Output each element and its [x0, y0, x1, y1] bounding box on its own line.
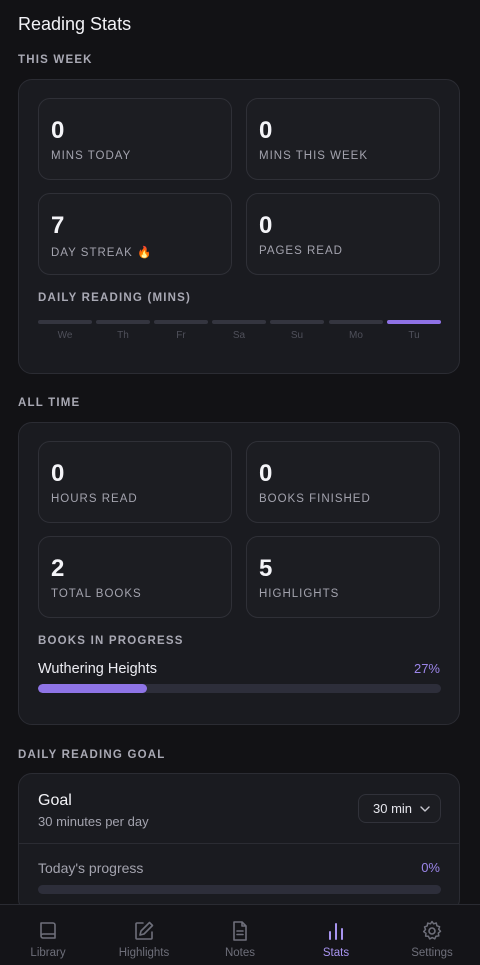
section-label-all-time: ALL TIME — [18, 397, 81, 409]
stat-card-day-streak: 7 DAY STREAK 🔥 — [38, 193, 232, 275]
books-in-progress-label: BOOKS IN PROGRESS — [38, 635, 184, 647]
stat-card-pages-read: 0 PAGES READ — [246, 193, 440, 275]
weekly-bars: We Th Fr Sa Su Mo Tu — [38, 320, 441, 350]
section-label-this-week: THIS WEEK — [18, 54, 93, 66]
day-column-tu: Tu — [387, 320, 441, 341]
nav-item-library[interactable]: Library — [0, 905, 96, 965]
day-column-sa: Sa — [212, 320, 266, 341]
stat-card-total-books: 2 TOTAL BOOKS — [38, 536, 232, 618]
goal-title: Goal — [38, 792, 72, 809]
nav-item-stats[interactable]: Stats — [288, 905, 384, 965]
document-icon — [233, 921, 247, 941]
goal-subtitle: 30 minutes per day — [38, 814, 149, 829]
chevron-down-icon — [420, 806, 430, 812]
day-label: We — [57, 330, 73, 341]
book-title[interactable]: Wuthering Heights — [38, 661, 157, 677]
day-bar — [38, 320, 92, 324]
stat-card-books-finished: 0 BOOKS FINISHED — [246, 441, 440, 523]
stat-value: 0 — [51, 460, 65, 487]
daily-reading-label: DAILY READING (MINS) — [38, 292, 192, 304]
book-progress-fill — [38, 684, 147, 693]
stat-value: 0 — [259, 212, 273, 239]
nav-label-library: Library — [30, 947, 66, 959]
book-icon — [40, 922, 56, 939]
today-progress-bar — [38, 885, 441, 894]
day-label: Mo — [349, 330, 363, 341]
day-label: Su — [290, 330, 304, 341]
nav-item-notes[interactable]: Notes — [192, 905, 288, 965]
nav-item-highlights[interactable]: Highlights — [96, 905, 192, 965]
day-bar — [270, 320, 324, 324]
this-week-panel: 0 MINS TODAY 0 MINS THIS WEEK 7 DAY STRE… — [18, 79, 460, 374]
all-time-panel: 0 HOURS READ 0 BOOKS FINISHED 2 TOTAL BO… — [18, 422, 460, 725]
nav-label-notes: Notes — [224, 947, 256, 959]
stat-label: MINS THIS WEEK — [259, 150, 368, 162]
page-title: Reading Stats — [18, 14, 132, 34]
day-bar — [329, 320, 383, 324]
stat-label: MINS TODAY — [51, 150, 132, 162]
nav-item-settings[interactable]: Settings — [384, 905, 480, 965]
nav-label-highlights: Highlights — [118, 947, 170, 959]
day-column-mo: Mo — [329, 320, 383, 341]
day-column-fr: Fr — [154, 320, 208, 341]
day-label: Fr — [176, 330, 186, 341]
day-column-th: Th — [96, 320, 150, 341]
bottom-nav: Library Highlights Notes Stats Settings — [0, 904, 480, 965]
stat-card-mins-today: 0 MINS TODAY — [38, 98, 232, 180]
today-progress-percent: 0% — [421, 860, 440, 875]
stat-card-mins-this-week: 0 MINS THIS WEEK — [246, 98, 440, 180]
stat-label: DAY STREAK 🔥 — [51, 247, 153, 259]
edit-icon — [135, 921, 154, 940]
bar-chart-icon — [329, 923, 343, 940]
day-label: Sa — [232, 330, 246, 341]
day-column-su: Su — [270, 320, 324, 341]
nav-label-stats: Stats — [322, 947, 350, 959]
stat-label: HIGHLIGHTS — [259, 588, 340, 600]
goal-select-value: 30 min — [373, 801, 413, 816]
nav-label-settings: Settings — [411, 947, 453, 959]
day-bar-active — [387, 320, 441, 324]
book-progress-bar — [38, 684, 441, 693]
gear-icon — [422, 920, 442, 940]
stat-label: HOURS READ — [51, 493, 138, 505]
stat-card-hours-read: 0 HOURS READ — [38, 441, 232, 523]
day-bar — [154, 320, 208, 324]
day-label: Th — [117, 330, 129, 341]
stat-value: 0 — [259, 460, 273, 487]
stat-value: 2 — [51, 555, 65, 582]
stat-value: 7 — [51, 212, 65, 239]
stat-value: 0 — [51, 117, 65, 144]
stat-value: 5 — [259, 555, 273, 582]
today-progress-label: Today's progress — [38, 860, 144, 876]
day-label: Tu — [408, 330, 420, 341]
day-bar — [96, 320, 150, 324]
stat-label: TOTAL BOOKS — [51, 588, 142, 600]
stat-card-highlights: 5 HIGHLIGHTS — [246, 536, 440, 618]
stat-label: BOOKS FINISHED — [259, 493, 371, 505]
stat-label: PAGES READ — [259, 245, 343, 257]
section-label-daily-goal: DAILY READING GOAL — [18, 749, 166, 761]
goal-panel: Goal 30 minutes per day 30 min Today's p… — [18, 773, 460, 913]
day-column-we: We — [38, 320, 92, 341]
goal-select[interactable]: 30 min — [358, 794, 441, 823]
book-progress-percent: 27% — [413, 661, 440, 676]
goal-divider — [19, 843, 459, 844]
stat-value: 0 — [259, 117, 273, 144]
day-bar — [212, 320, 266, 324]
